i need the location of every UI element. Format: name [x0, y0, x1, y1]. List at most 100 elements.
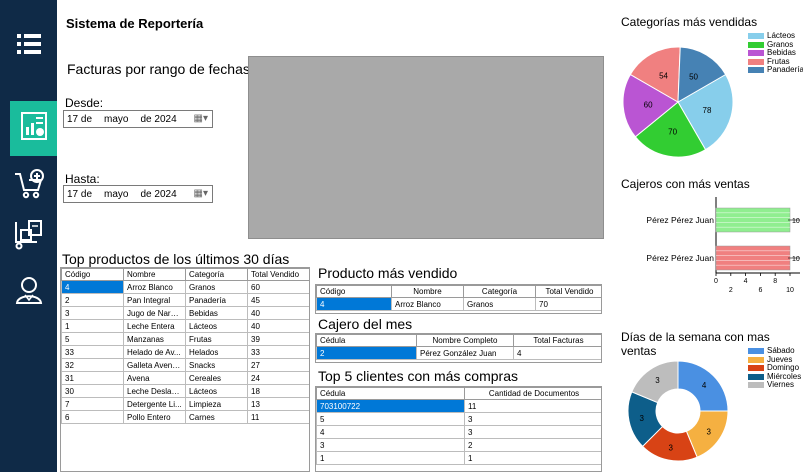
- table-cell[interactable]: 4: [316, 425, 465, 439]
- table-cell[interactable]: 2: [316, 346, 417, 360]
- table-row[interactable]: 6 Pollo Entero Carnes 11: [61, 410, 309, 424]
- table-cell[interactable]: 1: [464, 451, 601, 465]
- table-cell[interactable]: 33: [61, 345, 124, 359]
- table-row[interactable]: 1 Leche Entera Lácteos 40: [61, 319, 309, 333]
- table-cell[interactable]: 1: [316, 451, 465, 465]
- table-cell[interactable]: 70: [535, 297, 601, 311]
- table-cell[interactable]: Carnes: [185, 410, 248, 424]
- table-cell[interactable]: 32: [61, 358, 124, 372]
- table-cell[interactable]: 40: [247, 319, 309, 333]
- table-cell[interactable]: 703100722: [316, 399, 465, 413]
- table-row[interactable]: 4 Arroz Blanco Granos 60: [61, 280, 309, 294]
- table-row[interactable]: 11: [316, 451, 601, 465]
- table-cell[interactable]: Helado de Av...: [123, 345, 186, 359]
- table-cell[interactable]: Leche Deslact...: [123, 384, 186, 398]
- table-cell[interactable]: 2: [464, 438, 601, 452]
- table-cell[interactable]: Granos: [185, 280, 248, 294]
- table-cell[interactable]: 5: [61, 332, 124, 346]
- column-header[interactable]: Nombre Completo: [416, 334, 514, 347]
- add-to-cart-icon[interactable]: [11, 166, 47, 202]
- top-clientes-grid[interactable]: Cédula Cantidad de Documentos 703100722 11…: [315, 386, 602, 472]
- table-row[interactable]: 2 Pan Integral Panadería 45: [61, 293, 309, 307]
- column-header[interactable]: Nombre: [391, 285, 464, 298]
- table-cell[interactable]: 3: [464, 425, 601, 439]
- table-cell[interactable]: 40: [247, 306, 309, 320]
- table-cell[interactable]: Avena: [123, 371, 186, 385]
- top-productos-grid[interactable]: Código Nombre Categoría Total Vendido 4 Arro…: [60, 267, 310, 472]
- table-cell[interactable]: Detergente Li...: [123, 397, 186, 411]
- table-cell[interactable]: 60: [247, 280, 309, 294]
- table-row[interactable]: 7 Detergente Li... Limpieza 13: [61, 397, 309, 411]
- table-cell[interactable]: Galleta Avena ...: [123, 358, 186, 372]
- table-cell[interactable]: Pérez González Juan: [416, 346, 514, 360]
- table-row[interactable]: 32 Galleta Avena ... Snacks 27: [61, 358, 309, 372]
- table-cell[interactable]: 3: [464, 412, 601, 426]
- table-cell[interactable]: Limpieza: [185, 397, 248, 411]
- table-cell[interactable]: 31: [61, 371, 124, 385]
- column-header[interactable]: Nombre: [123, 268, 186, 281]
- column-header[interactable]: Total Vendido: [247, 268, 309, 281]
- table-cell[interactable]: Granos: [463, 297, 536, 311]
- table-cell[interactable]: Lácteos: [185, 319, 248, 333]
- table-cell[interactable]: Jugo de Naranja: [123, 306, 186, 320]
- table-row[interactable]: 3 Jugo de Naranja Bebidas 40: [61, 306, 309, 320]
- table-cell[interactable]: Arroz Blanco: [123, 280, 186, 294]
- table-cell[interactable]: 27: [247, 358, 309, 372]
- table-cell[interactable]: 5: [316, 412, 465, 426]
- table-cell[interactable]: Leche Entera: [123, 319, 186, 333]
- calendar-dropdown-icon[interactable]: ▦▾: [194, 188, 208, 199]
- table-cell[interactable]: Manzanas: [123, 332, 186, 346]
- table-cell[interactable]: 4: [513, 346, 601, 360]
- table-cell[interactable]: Helados: [185, 345, 248, 359]
- table-row[interactable]: 703100722 11: [316, 399, 601, 413]
- hasta-date-picker[interactable]: 17 de mayo de 2024 ▦▾: [63, 185, 213, 203]
- table-row[interactable]: 2 Pérez González Juan 4: [316, 346, 601, 360]
- column-header[interactable]: Cédula: [316, 334, 417, 347]
- desde-date-picker[interactable]: 17 de mayo de 2024 ▦▾: [63, 110, 213, 128]
- table-cell[interactable]: 18: [247, 384, 309, 398]
- producto-mas-vendido-grid[interactable]: Código Nombre Categoría Total Vendido 4 Arro…: [315, 284, 602, 314]
- calendar-dropdown-icon[interactable]: ▦▾: [194, 113, 208, 124]
- table-row[interactable]: 30 Leche Deslact... Lácteos 18: [61, 384, 309, 398]
- column-header[interactable]: Total Vendido: [535, 285, 601, 298]
- delivery-icon[interactable]: [11, 216, 47, 252]
- table-cell[interactable]: 4: [316, 297, 392, 311]
- table-cell[interactable]: 13: [247, 397, 309, 411]
- table-cell[interactable]: 4: [61, 280, 124, 294]
- table-cell[interactable]: Lácteos: [185, 384, 248, 398]
- table-cell[interactable]: 3: [316, 438, 465, 452]
- table-cell[interactable]: Panadería: [185, 293, 248, 307]
- table-row[interactable]: 31 Avena Cereales 24: [61, 371, 309, 385]
- table-row[interactable]: 5 Manzanas Frutas 39: [61, 332, 309, 346]
- user-icon[interactable]: [11, 272, 47, 308]
- column-header[interactable]: Código: [316, 285, 392, 298]
- table-cell[interactable]: Pan Integral: [123, 293, 186, 307]
- column-header[interactable]: Total Facturas: [513, 334, 601, 347]
- table-cell[interactable]: 24: [247, 371, 309, 385]
- cajero-del-mes-grid[interactable]: Cédula Nombre Completo Total Facturas 2 Pér…: [315, 333, 602, 363]
- table-cell[interactable]: 11: [464, 399, 601, 413]
- column-header[interactable]: Cantidad de Documentos: [464, 387, 601, 400]
- table-row[interactable]: 33 Helado de Av... Helados 33: [61, 345, 309, 359]
- table-cell[interactable]: Bebidas: [185, 306, 248, 320]
- table-cell[interactable]: Snacks: [185, 358, 248, 372]
- table-cell[interactable]: 7: [61, 397, 124, 411]
- table-row[interactable]: 53: [316, 412, 601, 426]
- table-cell[interactable]: 39: [247, 332, 309, 346]
- table-cell[interactable]: Pollo Entero: [123, 410, 186, 424]
- column-header[interactable]: Código: [61, 268, 124, 281]
- table-row[interactable]: 43: [316, 425, 601, 439]
- table-row[interactable]: 32: [316, 438, 601, 452]
- column-header[interactable]: Categoría: [463, 285, 536, 298]
- table-cell[interactable]: Frutas: [185, 332, 248, 346]
- column-header[interactable]: Cédula: [316, 387, 465, 400]
- table-cell[interactable]: Arroz Blanco: [391, 297, 464, 311]
- column-header[interactable]: Categoría: [185, 268, 248, 281]
- table-cell[interactable]: 2: [61, 293, 124, 307]
- menu-icon[interactable]: [11, 26, 47, 62]
- table-cell[interactable]: 30: [61, 384, 124, 398]
- nav-reports[interactable]: [10, 101, 57, 156]
- table-cell[interactable]: 1: [61, 319, 124, 333]
- table-cell[interactable]: Cereales: [185, 371, 248, 385]
- table-cell[interactable]: 33: [247, 345, 309, 359]
